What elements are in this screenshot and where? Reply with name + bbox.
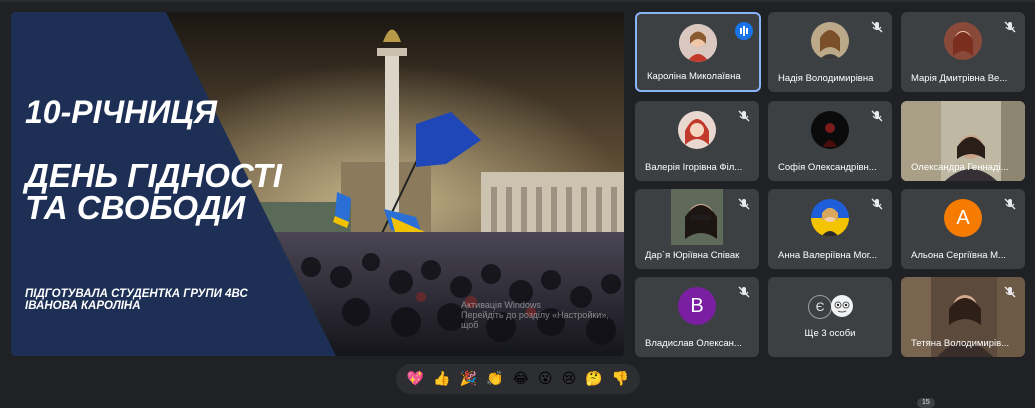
- slide-title: 10-річниця: [25, 94, 217, 130]
- more-participants-label: Ще 3 особи: [804, 328, 856, 339]
- sparkling-heart-reaction[interactable]: 💖: [407, 370, 424, 388]
- mic-off-icon: [1004, 286, 1016, 298]
- avatar: [811, 22, 849, 60]
- avatar-initial: Є: [808, 295, 832, 319]
- mic-off-icon: [1004, 198, 1016, 210]
- slide-subtitle: День гідності та свободи: [25, 157, 282, 226]
- avatar: [679, 24, 717, 62]
- avatar-initial: В: [678, 287, 716, 325]
- crying-reaction[interactable]: 😢: [562, 370, 577, 388]
- thumbs-up-reaction[interactable]: 👍: [433, 370, 450, 388]
- reactions-bar: 💖 👍 🎉 👏 😂 😮 😢 🤔 👎: [396, 364, 640, 394]
- byline-line-1: Підготувала студентка групи 4ВС: [25, 288, 248, 300]
- avatar: [678, 111, 716, 149]
- clapping-reaction[interactable]: 👏: [486, 370, 503, 388]
- surprised-reaction[interactable]: 😮: [538, 370, 553, 388]
- participant-name: Кароліна Миколаївна: [647, 71, 741, 82]
- participant-name: Олександра Геннаді...: [911, 162, 1009, 173]
- participant-tile[interactable]: Марія Дмитрівна Ве...: [901, 12, 1025, 92]
- participant-tile[interactable]: В Владислав Олексан...: [635, 277, 759, 357]
- participant-tile[interactable]: Олександра Геннаді...: [901, 101, 1025, 181]
- participant-name: Дар`я Юріївна Співак: [645, 250, 740, 261]
- top-divider: [0, 0, 1035, 2]
- participant-name: Анна Валеріївна Мог...: [778, 250, 877, 261]
- participant-tile[interactable]: Анна Валеріївна Мог...: [768, 189, 892, 269]
- laughing-reaction[interactable]: 😂: [513, 370, 529, 388]
- mic-off-icon: [871, 110, 883, 122]
- mic-off-icon: [871, 198, 883, 210]
- party-popper-reaction[interactable]: 🎉: [460, 370, 477, 388]
- participant-name: Марія Дмитрівна Ве...: [911, 73, 1008, 84]
- thinking-reaction[interactable]: 🤔: [585, 370, 602, 388]
- avatar: [831, 295, 853, 317]
- participant-name: Валерія Ігорівна Філ...: [645, 162, 743, 173]
- participant-tile[interactable]: Дар`я Юріївна Співак: [635, 189, 759, 269]
- presentation-screen[interactable]: 10-річниця День гідності та свободи Підг…: [11, 12, 624, 356]
- mic-off-icon: [871, 21, 883, 33]
- avatar: [944, 22, 982, 60]
- participant-tile[interactable]: Тетяна Володимирів...: [901, 277, 1025, 357]
- windows-activation-watermark: Активація Windows Перейдіть до розділу «…: [461, 300, 624, 330]
- mic-off-icon: [738, 286, 750, 298]
- byline-line-2: Іванова Кароліна: [25, 300, 141, 312]
- participant-tile[interactable]: Софія Олександрівн...: [768, 101, 892, 181]
- participant-name: Владислав Олексан...: [645, 338, 742, 349]
- participant-tile[interactable]: Надія Володимирівна: [768, 12, 892, 92]
- more-participants-tile[interactable]: Є Ще 3 особи: [768, 277, 892, 357]
- mic-off-icon: [738, 198, 750, 210]
- participant-tile[interactable]: Кароліна Миколаївна: [635, 12, 761, 92]
- participant-name: Альона Сергіївна М...: [911, 250, 1006, 261]
- speaking-indicator-icon: [735, 22, 753, 40]
- participant-tile[interactable]: А Альона Сергіївна М...: [901, 189, 1025, 269]
- avatar: [811, 199, 849, 237]
- mic-off-icon: [738, 110, 750, 122]
- thumbs-down-reaction[interactable]: 👎: [612, 370, 629, 388]
- participant-name: Тетяна Володимирів...: [911, 338, 1010, 349]
- avatar: [811, 111, 849, 149]
- watermark-line-1: Активація Windows: [461, 300, 541, 310]
- slide-byline: Підготувала студентка групи 4ВС Іванова …: [25, 288, 248, 312]
- participant-name: Софія Олександрівн...: [778, 162, 877, 173]
- mic-off-icon: [1004, 21, 1016, 33]
- avatar-initial: А: [944, 199, 982, 237]
- participant-name: Надія Володимирівна: [778, 73, 874, 84]
- participant-tile[interactable]: Валерія Ігорівна Філ...: [635, 101, 759, 181]
- participant-photo: [671, 189, 723, 245]
- reaction-count-badge: 15: [917, 398, 935, 408]
- watermark-line-2: Перейдіть до розділу «Настройки», щоб: [461, 310, 609, 330]
